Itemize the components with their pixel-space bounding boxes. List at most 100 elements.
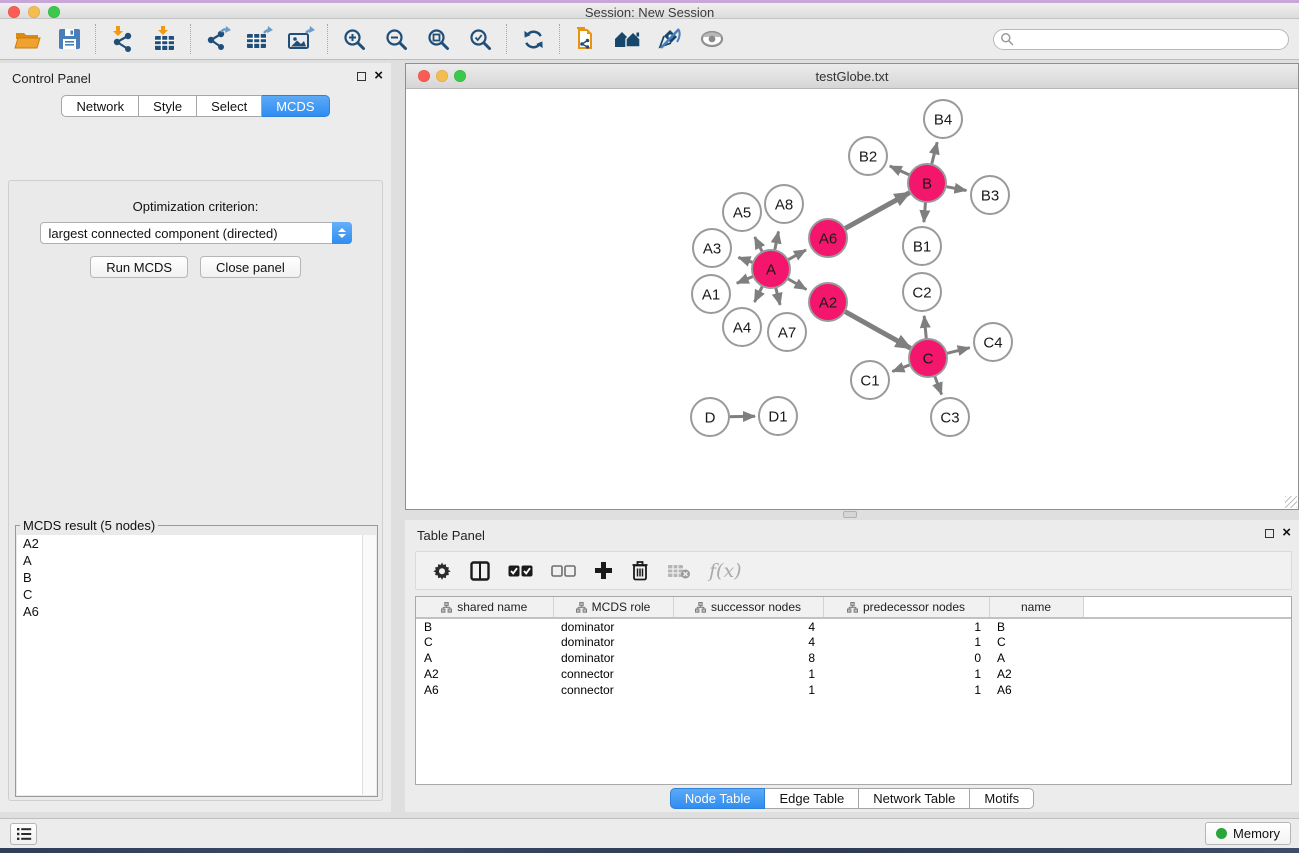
node-table-body: Bdominator41BCdominator41CAdominator80AA…	[416, 618, 1291, 698]
tab-network[interactable]: Network	[61, 95, 139, 117]
tab-network-table[interactable]: Network Table	[859, 788, 970, 809]
close-panel-icon[interactable]: ×	[374, 71, 383, 81]
tab-motifs[interactable]: Motifs	[970, 788, 1034, 809]
save-session-button[interactable]	[52, 23, 86, 55]
toolbar-separator	[190, 24, 191, 54]
toolbar-separator	[327, 24, 328, 54]
float-table-panel-icon[interactable]	[1265, 529, 1274, 538]
graph-node-label: B3	[981, 188, 999, 205]
result-list-item[interactable]: C	[17, 586, 376, 603]
close-panel-button[interactable]: Close panel	[200, 256, 301, 278]
graph-edge[interactable]	[934, 374, 942, 395]
home-button[interactable]	[611, 23, 645, 55]
delete-table-button[interactable]	[667, 562, 691, 580]
select-all-rows-button[interactable]	[508, 565, 533, 577]
zoom-fit-button[interactable]	[421, 23, 455, 55]
table-row[interactable]: Cdominator41C	[416, 634, 1291, 650]
graph-edge[interactable]	[924, 200, 926, 222]
graph-node-label: A5	[733, 205, 751, 222]
table-row[interactable]: A6connector11A6	[416, 682, 1291, 698]
task-history-button[interactable]	[10, 823, 37, 845]
refresh-view-button[interactable]	[516, 23, 550, 55]
graph-edge[interactable]	[786, 250, 806, 261]
graph-node-label: A4	[733, 320, 751, 337]
memory-button[interactable]: Memory	[1205, 822, 1291, 845]
unchecked-boxes-icon	[551, 565, 576, 577]
graph-node-label: B	[922, 176, 932, 193]
result-list-item[interactable]: A6	[17, 603, 376, 620]
network-canvas[interactable]: AA1A2A3A4A5A6A7A8BB1B2B3B4CC1C2C3C4DD1	[406, 89, 1298, 509]
tab-style[interactable]: Style	[139, 95, 197, 117]
hide-graphics-details-button[interactable]	[653, 23, 687, 55]
graph-edge[interactable]	[945, 348, 970, 354]
delete-columns-button[interactable]	[631, 560, 649, 581]
table-row[interactable]: A2connector11A2	[416, 666, 1291, 682]
export-image-icon	[287, 26, 315, 52]
table-row[interactable]: Adominator80A	[416, 650, 1291, 666]
network-from-selection-button[interactable]	[569, 23, 603, 55]
column-header-successor-nodes[interactable]: successor nodes	[673, 597, 823, 618]
control-panel-tabs: Network Style Select MCDS	[0, 95, 391, 117]
run-mcds-button[interactable]: Run MCDS	[90, 256, 188, 278]
result-list-item[interactable]: A2	[17, 535, 376, 552]
export-table-button[interactable]	[242, 23, 276, 55]
toolbar-separator	[506, 24, 507, 54]
network-window-titlebar[interactable]: testGlobe.txt	[406, 64, 1298, 89]
column-header-mcds-role[interactable]: MCDS role	[553, 597, 673, 618]
graph-edge[interactable]	[727, 416, 755, 417]
eye-icon	[698, 27, 726, 51]
import-table-icon	[151, 26, 177, 52]
graph-edge[interactable]	[924, 316, 926, 341]
column-header-predecessor-nodes[interactable]: predecessor nodes	[823, 597, 989, 618]
optimization-criterion-value: largest connected component (directed)	[49, 226, 278, 241]
column-visibility-button[interactable]	[470, 561, 490, 581]
network-graph[interactable]: AA1A2A3A4A5A6A7A8BB1B2B3B4CC1C2C3C4DD1	[406, 89, 1298, 510]
create-column-button[interactable]	[594, 561, 613, 580]
zoom-selected-button[interactable]	[463, 23, 497, 55]
table-settings-button[interactable]	[432, 561, 452, 581]
list-icon	[16, 827, 32, 841]
tab-select[interactable]: Select	[197, 95, 262, 117]
tab-node-table[interactable]: Node Table	[670, 788, 766, 809]
panel-splitter-handle[interactable]	[843, 511, 857, 518]
desktop-background	[0, 848, 1299, 853]
graph-edge[interactable]	[786, 278, 807, 290]
graph-edge[interactable]	[843, 310, 911, 348]
graph-edge[interactable]	[774, 232, 778, 253]
column-header-name[interactable]: name	[989, 597, 1083, 618]
optimization-criterion-select[interactable]: largest connected component (directed)	[40, 222, 352, 244]
export-network-button[interactable]	[200, 23, 234, 55]
graph-edge[interactable]	[944, 186, 967, 190]
show-hide-panels-button[interactable]	[695, 23, 729, 55]
zoom-out-button[interactable]	[379, 23, 413, 55]
tab-edge-table[interactable]: Edge Table	[765, 788, 859, 809]
float-panel-icon[interactable]	[357, 72, 366, 81]
graph-edge[interactable]	[775, 286, 780, 305]
mcds-result-list[interactable]: A2ABCA6	[17, 535, 376, 795]
trash-icon	[631, 560, 649, 581]
search-input[interactable]	[1014, 32, 1282, 46]
table-row[interactable]: Bdominator41B	[416, 618, 1291, 634]
graph-edge[interactable]	[892, 364, 912, 372]
function-builder-button[interactable]: f(x)	[709, 560, 742, 582]
zoom-in-button[interactable]	[337, 23, 371, 55]
window-resize-grip[interactable]	[1285, 496, 1297, 508]
deselect-all-rows-button[interactable]	[551, 565, 576, 577]
open-session-button[interactable]	[10, 23, 44, 55]
tab-mcds[interactable]: MCDS	[262, 95, 329, 117]
result-list-scrollbar[interactable]	[362, 535, 376, 795]
import-network-button[interactable]	[105, 23, 139, 55]
close-table-panel-icon[interactable]: ×	[1282, 528, 1291, 538]
graph-node-label: A2	[819, 295, 837, 312]
graph-edge[interactable]	[931, 142, 937, 166]
search-field	[993, 29, 1289, 50]
import-table-button[interactable]	[147, 23, 181, 55]
export-image-button[interactable]	[284, 23, 318, 55]
result-list-item[interactable]: B	[17, 569, 376, 586]
graph-edge[interactable]	[843, 193, 910, 230]
document-network-icon	[573, 25, 600, 53]
result-list-item[interactable]: A	[17, 552, 376, 569]
column-header-shared-name[interactable]: shared name	[416, 597, 553, 618]
graph-edge[interactable]	[890, 166, 912, 176]
graph-node-label: A6	[819, 231, 837, 248]
